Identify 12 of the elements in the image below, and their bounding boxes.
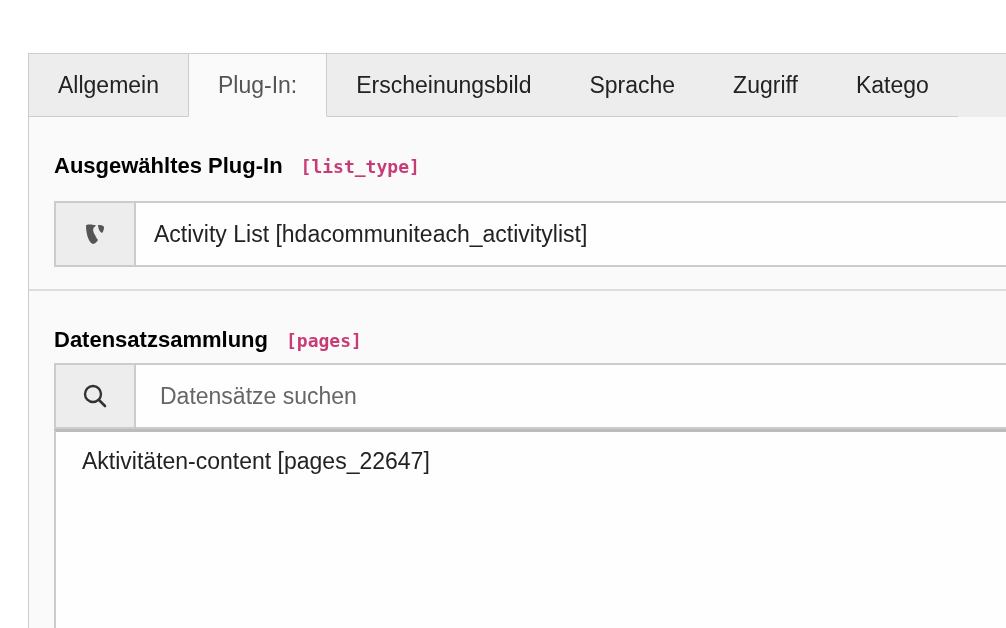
tab[interactable]: Plug-In: bbox=[188, 53, 328, 117]
field-name: [pages] bbox=[285, 330, 362, 351]
search-button[interactable] bbox=[56, 365, 136, 427]
search-icon bbox=[82, 383, 108, 409]
logo-icon bbox=[83, 222, 107, 246]
plugin-select[interactable]: Activity List [hdacommuniteach_activitylist] bbox=[54, 201, 1006, 267]
section-title: Ausgewähltes Plug-In bbox=[54, 153, 283, 179]
field-name: [list_type] bbox=[300, 156, 420, 177]
section-title: Datensatzsammlung bbox=[54, 327, 268, 353]
record-list[interactable]: Aktivitäten-content [pages_22647] bbox=[54, 429, 1006, 628]
select-value: Activity List [hdacommuniteach_activitylist] bbox=[153, 219, 588, 249]
record-item[interactable]: Aktivitäten-content [pages_22647] bbox=[82, 448, 1006, 475]
